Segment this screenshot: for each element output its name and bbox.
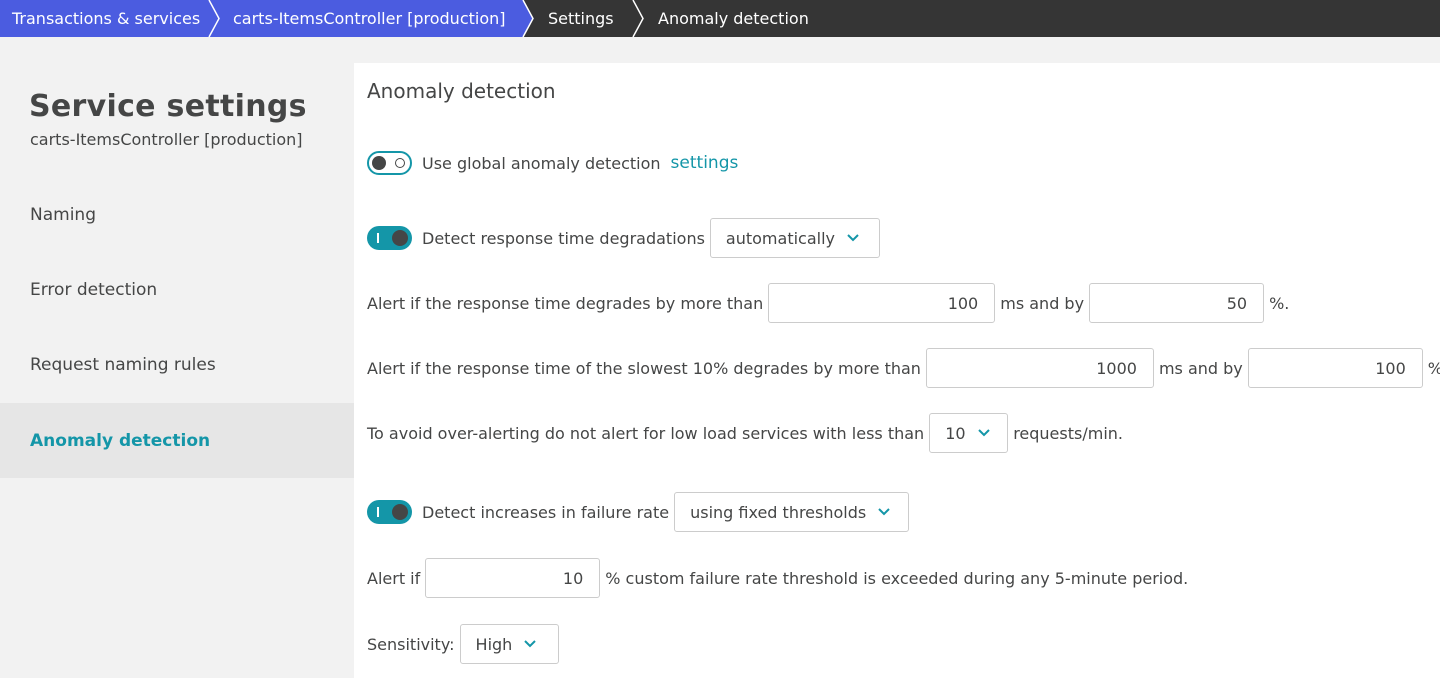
alert2-suffix: %. [1428,359,1440,378]
response-time-alert-row: Alert if the response time degrades by m… [367,283,1289,323]
alert1-mid: ms and by [1000,293,1085,313]
toggle-knob [392,230,408,246]
alert1-percent-input[interactable] [1089,283,1265,323]
sensitivity-row: Sensitivity: High [367,624,564,664]
sidebar-item-label: Request naming rules [30,354,216,375]
sidebar-subtitle: carts-ItemsController [production] [30,130,303,149]
select-value: High [475,634,513,654]
sidebar-item-naming[interactable]: Naming [0,177,354,252]
breadcrumb-label: carts-ItemsController [production] [233,9,506,28]
chevron-down-icon [847,234,859,242]
toggle-knob [392,504,408,520]
low-load-row: To avoid over-alerting do not alert for … [367,413,1123,453]
breadcrumb: Transactions & services carts-ItemsContr… [0,0,1440,37]
toggle-off-icon [395,158,405,168]
sidebar-item-request-naming-rules[interactable]: Request naming rules [0,327,354,402]
breadcrumb-item-service[interactable]: carts-ItemsController [production] [209,0,523,37]
chevron-down-icon [878,508,890,516]
failure-rate-mode-select[interactable]: using fixed thresholds [674,492,910,532]
sidebar-item-label: Error detection [30,279,158,300]
alert1-suffix: %. [1269,293,1290,313]
failure-threshold-input[interactable] [425,558,601,598]
chevron-down-icon [524,640,537,648]
breadcrumb-label: Transactions & services [12,9,201,28]
failure-alert-row: Alert if % custom failure rate threshold… [367,558,1188,598]
global-anomaly-toggle[interactable] [367,151,412,175]
low-load-prefix: To avoid over-alerting do not alert for … [367,423,925,443]
toggle-on-icon [377,507,379,517]
sidebar: Service settings carts-ItemsController [… [0,37,354,678]
toggle-knob [372,156,386,170]
sensitivity-label: Sensitivity: [367,634,455,654]
response-time-toggle[interactable] [367,226,412,250]
page-title: Anomaly detection [367,79,556,103]
sidebar-title: Service settings [29,89,307,124]
breadcrumb-separator-icon [205,0,223,37]
breadcrumb-item-anomaly-detection: Anomaly detection [633,0,853,37]
select-value: 10 [945,423,966,443]
global-anomaly-row: Use global anomaly detection settings [367,151,738,175]
main-panel: Anomaly detection Use global anomaly det… [354,63,1440,678]
alert1-prefix: Alert if the response time degrades by m… [367,293,764,313]
breadcrumb-item-transactions[interactable]: Transactions & services [0,0,209,37]
response-time-row: Detect response time degradations automa… [367,218,885,258]
alert2-percent-input[interactable] [1247,348,1423,388]
breadcrumb-label: Settings [548,9,614,28]
sidebar-item-label: Naming [30,204,96,225]
alert1-ms-input[interactable] [768,283,996,323]
failure-rate-label: Detect increases in failure rate [422,502,670,522]
sensitivity-select[interactable]: High [459,624,559,664]
slowest-alert-row: Alert if the response time of the slowes… [367,348,1440,388]
low-load-select[interactable]: 10 [929,413,1009,453]
low-load-suffix: requests/min. [1013,423,1123,443]
failure-rate-row: Detect increases in failure rate using f… [367,492,914,532]
select-value: using fixed thresholds [690,502,867,522]
alert2-ms-input[interactable] [925,348,1154,388]
sidebar-item-anomaly-detection[interactable]: Anomaly detection [0,403,354,478]
response-time-label: Detect response time degradations [422,228,705,248]
select-value: automatically [725,228,835,248]
failure-rate-toggle[interactable] [367,500,412,524]
sidebar-item-label: Anomaly detection [30,430,211,451]
breadcrumb-separator-icon [519,0,537,37]
response-time-mode-select[interactable]: automatically [709,218,880,258]
alert2-prefix: Alert if the response time of the slowes… [367,358,921,378]
global-settings-link[interactable]: settings [671,153,739,173]
alert2-mid: ms and by [1158,358,1243,378]
global-anomaly-label: Use global anomaly detection [422,153,661,173]
failure-alert-prefix: Alert if [367,568,421,588]
breadcrumb-label: Anomaly detection [658,9,809,28]
chevron-down-icon [977,429,990,437]
sidebar-item-error-detection[interactable]: Error detection [0,252,354,327]
breadcrumb-item-settings[interactable]: Settings [523,0,633,37]
toggle-on-icon [377,233,379,243]
breadcrumb-separator-icon [629,0,647,37]
failure-alert-suffix: % custom failure rate threshold is excee… [605,568,1189,588]
